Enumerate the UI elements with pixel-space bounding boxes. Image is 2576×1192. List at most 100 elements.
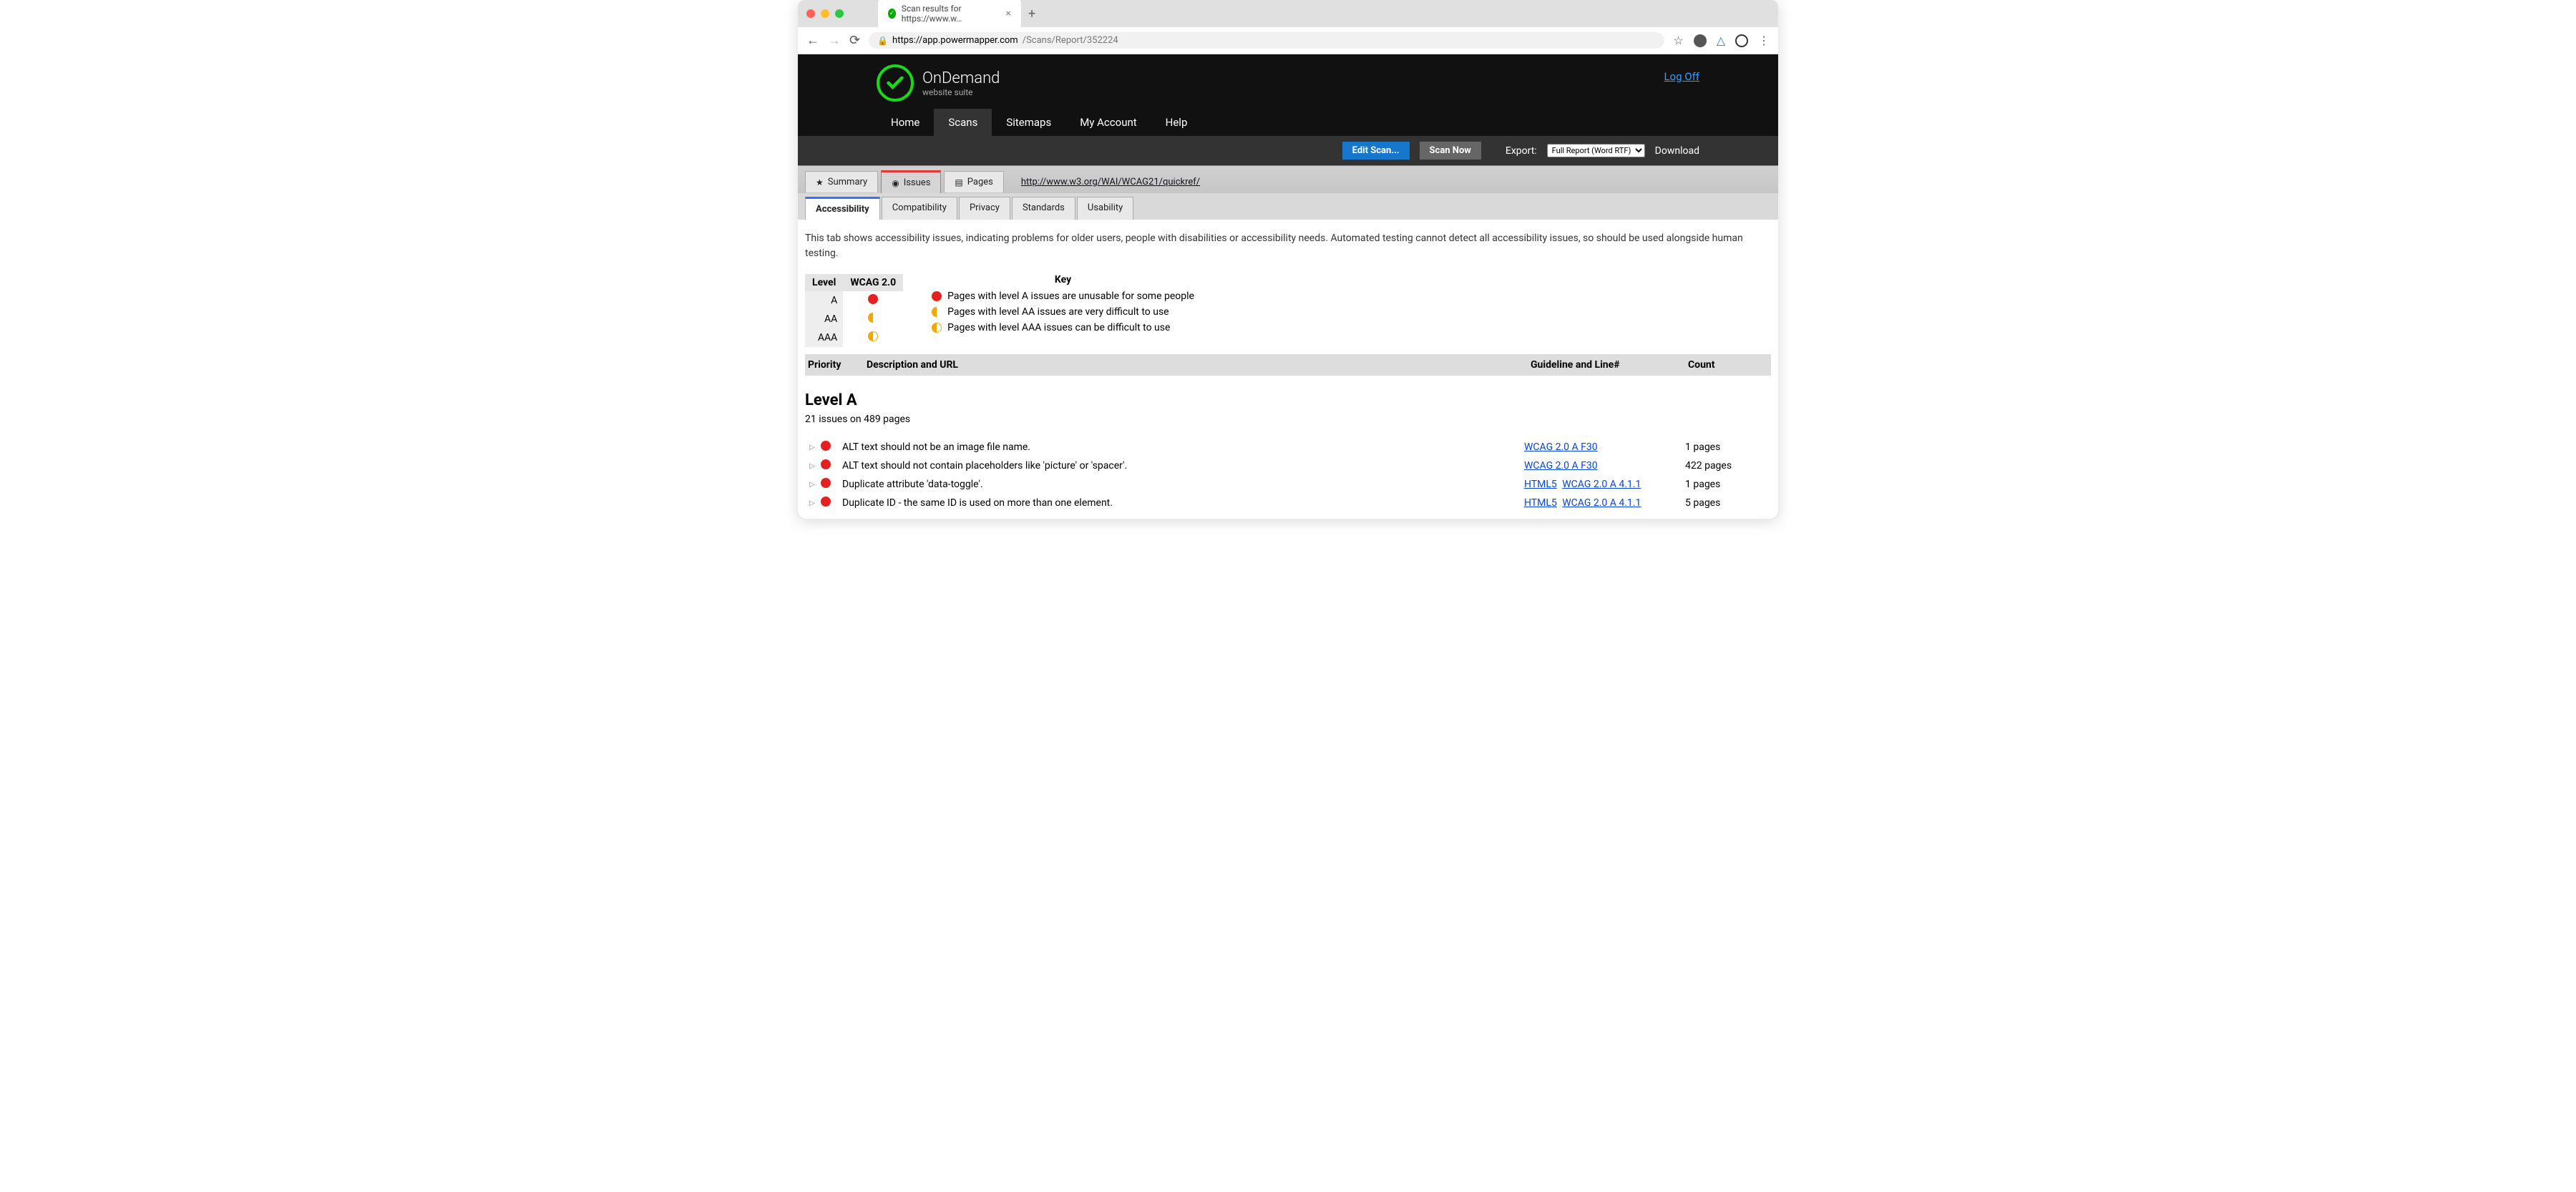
- guideline-link[interactable]: HTML5: [1524, 479, 1557, 490]
- issues-header-row: Priority Description and URL Guideline a…: [805, 354, 1771, 376]
- new-tab-button[interactable]: +: [1028, 6, 1035, 21]
- expand-icon[interactable]: ▷: [805, 499, 821, 507]
- summary-tab-icon: ★: [816, 177, 824, 187]
- tab-strip: ✓ Scan results for https://www.w… × +: [878, 0, 1035, 29]
- header: OnDemand website suite Log Off: [798, 54, 1778, 102]
- export-label: Export:: [1506, 145, 1537, 157]
- issue-description: ALT text should not contain placeholders…: [842, 460, 1524, 472]
- severity-a-icon: [821, 441, 831, 451]
- guideline-link[interactable]: HTML5: [1524, 497, 1557, 509]
- guideline-link[interactable]: WCAG 2.0 A 4.1.1: [1562, 497, 1641, 509]
- guideline-link[interactable]: WCAG 2.0 A F30: [1524, 460, 1598, 472]
- key-aaa-text: Pages with level AAA issues can be diffi…: [947, 322, 1170, 333]
- issue-count: 5 pages: [1685, 497, 1771, 509]
- severity-a-icon: [821, 459, 831, 469]
- navbar-icons: ☆ △ ⋮: [1673, 34, 1770, 47]
- level-AA-label: AA: [805, 310, 843, 328]
- window-controls: [806, 9, 844, 18]
- section-heading: Level A: [805, 391, 1771, 409]
- key-header: Key: [932, 274, 1194, 285]
- subtab-compatibility[interactable]: Compatibility: [882, 197, 957, 220]
- nav-item-help[interactable]: Help: [1151, 109, 1202, 136]
- lock-icon: 🔒: [877, 36, 888, 46]
- nav-item-my-account[interactable]: My Account: [1065, 109, 1151, 136]
- issues-list: ▷ALT text should not be an image file na…: [805, 438, 1771, 512]
- maximize-window-icon[interactable]: [835, 9, 844, 18]
- reference-link[interactable]: http://www.w3.org/WAI/WCAG21/quickref/: [1021, 177, 1200, 187]
- export-select[interactable]: Full Report (Word RTF): [1547, 144, 1645, 157]
- dot-aaa-icon: [932, 323, 942, 333]
- browser-window: ✓ Scan results for https://www.w… × + ← …: [798, 0, 1778, 519]
- nav-item-scans[interactable]: Scans: [934, 109, 992, 136]
- download-link[interactable]: Download: [1655, 145, 1699, 157]
- nav-item-sitemaps[interactable]: Sitemaps: [992, 109, 1065, 136]
- brand-title: OnDemand: [922, 69, 1000, 87]
- dot-a-icon: [868, 294, 878, 304]
- close-window-icon[interactable]: [806, 9, 815, 18]
- subtab-usability[interactable]: Usability: [1077, 197, 1133, 220]
- brand: OnDemand website suite: [877, 64, 1000, 102]
- issue-guideline: HTML5 WCAG 2.0 A 4.1.1: [1524, 497, 1685, 509]
- forward-button[interactable]: →: [828, 33, 841, 48]
- expand-icon[interactable]: ▷: [805, 444, 821, 451]
- reload-button[interactable]: ⟳: [849, 33, 860, 48]
- key-a-text: Pages with level A issues are unusable f…: [947, 290, 1194, 302]
- extension2-icon[interactable]: △: [1717, 34, 1725, 47]
- expand-icon[interactable]: ▷: [805, 462, 821, 470]
- level-header-level: Level: [805, 274, 843, 291]
- nav-item-home[interactable]: Home: [877, 109, 934, 136]
- tab-issues[interactable]: ◉Issues: [881, 170, 941, 193]
- guideline-link[interactable]: WCAG 2.0 A 4.1.1: [1562, 479, 1641, 490]
- expand-icon[interactable]: ▷: [805, 481, 821, 489]
- profile-icon[interactable]: [1735, 34, 1748, 47]
- issue-row: ▷ALT text should not be an image file na…: [805, 438, 1771, 456]
- issues-tab-icon: ◉: [892, 178, 899, 188]
- level-header-wcag: WCAG 2.0: [843, 274, 903, 291]
- dot-aaa-icon: [868, 331, 878, 341]
- subtab-standards[interactable]: Standards: [1012, 197, 1075, 220]
- address-bar[interactable]: 🔒 https://app.powermapper.com/Scans/Repo…: [869, 32, 1664, 49]
- col-priority: Priority: [805, 359, 864, 371]
- tab-favicon-icon: ✓: [888, 9, 896, 19]
- subtab-privacy[interactable]: Privacy: [959, 197, 1010, 220]
- tab-summary[interactable]: ★Summary: [805, 171, 878, 192]
- back-button[interactable]: ←: [806, 33, 819, 48]
- dot-aa-icon: [932, 307, 942, 317]
- scan-now-button[interactable]: Scan Now: [1420, 142, 1481, 160]
- menu-icon[interactable]: ⋮: [1758, 34, 1770, 47]
- logo-icon: [877, 64, 914, 102]
- intro-text: This tab shows accessibility issues, ind…: [805, 231, 1771, 261]
- logoff-link[interactable]: Log Off: [1664, 64, 1699, 83]
- col-description: Description and URL: [864, 359, 1528, 371]
- issue-row: ▷ Duplicate attribute 'data-toggle'.HTML5…: [805, 475, 1771, 494]
- tab-section: ★Summary◉Issues▤Pages http://www.w3.org/W…: [798, 165, 1778, 220]
- extension1-icon[interactable]: [1694, 34, 1707, 47]
- guideline-link[interactable]: WCAG 2.0 A F30: [1524, 441, 1598, 453]
- key-legend: Key Pages with level A issues are unusab…: [932, 274, 1194, 336]
- issue-count: 422 pages: [1685, 460, 1771, 472]
- browser-tab[interactable]: ✓ Scan results for https://www.w… ×: [878, 0, 1021, 29]
- section-subheading: 21 issues on 489 pages: [805, 414, 1771, 425]
- tab-title: Scan results for https://www.w…: [902, 4, 996, 24]
- tab-pages[interactable]: ▤Pages: [944, 171, 1003, 192]
- subtab-accessibility[interactable]: Accessibility: [805, 197, 880, 220]
- bookmark-icon[interactable]: ☆: [1673, 34, 1683, 47]
- dot-aa-icon: [868, 313, 878, 323]
- tab-page: This tab shows accessibility issues, ind…: [798, 220, 1778, 519]
- brand-subtitle: website suite: [922, 87, 1000, 97]
- dot-a-icon: [932, 291, 942, 301]
- col-guideline: Guideline and Line#: [1528, 359, 1685, 371]
- url-host: https://app.powermapper.com: [892, 35, 1018, 46]
- issue-description: Duplicate attribute 'data-toggle'.: [842, 479, 1524, 490]
- severity-a-icon: [821, 497, 831, 507]
- primary-tabs: ★Summary◉Issues▤Pages http://www.w3.org/W…: [798, 166, 1778, 193]
- key-aa-text: Pages with level AA issues are very diff…: [947, 306, 1169, 318]
- edit-scan-button[interactable]: Edit Scan...: [1342, 142, 1410, 160]
- severity-a-icon: [821, 478, 831, 488]
- issue-row: ▷Duplicate ID - the same ID is used on m…: [805, 494, 1771, 512]
- browser-navbar: ← → ⟳ 🔒 https://app.powermapper.com/Scan…: [798, 27, 1778, 54]
- secondary-tabs: AccessibilityCompatibilityPrivacyStandar…: [798, 193, 1778, 220]
- close-tab-icon[interactable]: ×: [1006, 8, 1011, 19]
- minimize-window-icon[interactable]: [821, 9, 829, 18]
- issue-guideline: WCAG 2.0 A F30: [1524, 441, 1685, 453]
